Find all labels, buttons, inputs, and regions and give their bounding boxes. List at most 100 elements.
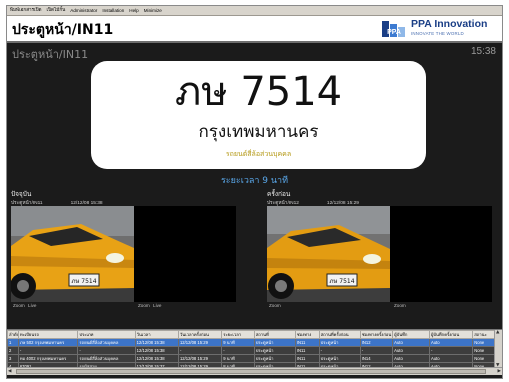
table-row[interactable]: 2 - - 12/12/08 15:38 - - ประตูหน้า IN11 … [7, 346, 495, 355]
table-cell: - [318, 346, 361, 355]
current-plate-text: ภษ 7514 [71, 278, 96, 285]
column-header[interactable]: สถานะ [472, 330, 495, 339]
vertical-scrollbar[interactable]: ▲ ▼ [494, 330, 502, 368]
table-cell: 1 [7, 338, 19, 347]
previous-camera-heading: ครั้งก่อน [267, 190, 291, 198]
column-header[interactable]: ประเภท [77, 330, 136, 339]
table-cell: Auto [428, 338, 474, 347]
table-cell: IN11 [294, 346, 320, 355]
logo-text: PPA [387, 29, 401, 36]
table-cell: 2 [7, 346, 19, 355]
menu-minimize[interactable]: Minimize [144, 8, 162, 13]
scroll-up-icon[interactable]: ▲ [496, 330, 499, 335]
previous-zoom-button-2[interactable]: Zoom [394, 303, 406, 308]
column-header[interactable]: สถานที่ [253, 330, 296, 339]
menu-installation[interactable]: Installation [102, 8, 124, 13]
table-cell: รถยนต์สี่ล้อส่วนบุคคล [77, 354, 136, 363]
app-window: พิมพ์เอกสารเปิด เปิดไม้กั้น Administrato… [6, 5, 503, 379]
column-header[interactable]: วันเวลาครั้งก่อน [177, 330, 223, 339]
table-cell: None [472, 354, 495, 363]
table-cell: None [472, 338, 495, 347]
menu-bar: พิมพ์เอกสารเปิด เปิดไม้กั้น Administrato… [7, 6, 502, 16]
table-cell: Auto [392, 346, 430, 355]
column-header[interactable]: ระยะเวลา [221, 330, 255, 339]
license-plate-display: ภษ 7514 กรุงเทพมหานคร รถยนต์สี่ล้อส่วนบุ… [91, 61, 426, 169]
table-cell: Auto [428, 354, 474, 363]
table-cell: ภษ 502 กรุงเทพมหานคร [17, 338, 79, 347]
previous-camera-controls-2: Zoom [394, 303, 408, 308]
table-cell: ประตูหน้า [253, 354, 296, 363]
table-cell: Auto [392, 338, 430, 347]
column-header[interactable]: สถานที่ครั้งก่อน [318, 330, 361, 339]
scroll-right-icon[interactable]: ▶ [498, 369, 501, 374]
current-camera-controls: Zoom Live [13, 303, 38, 308]
header: ประตูหน้า/IN11 PPA PPA Innovation INNOVA… [7, 16, 502, 43]
ppa-logo-icon: PPA [382, 21, 405, 37]
previous-plate-text: ภษ 7514 [329, 278, 354, 285]
column-header[interactable]: ช่องทางครั้งก่อน [359, 330, 394, 339]
column-header[interactable]: ลำดับ [7, 330, 19, 339]
column-header[interactable]: วันเวลา [134, 330, 179, 339]
previous-zoom-button[interactable]: Zoom [269, 303, 281, 308]
table-cell: 9 นาที [221, 354, 255, 363]
column-header[interactable]: ผู้บันทึก [392, 330, 430, 339]
page-title: ประตูหน้า/IN11 [12, 22, 114, 38]
table-cell: - [428, 346, 474, 355]
table-cell: - [77, 346, 136, 355]
table-cell: - [177, 346, 223, 355]
gate-label: ประตูหน้า/IN11 [12, 48, 89, 61]
current-camera-heading: ปัจจุบัน [11, 190, 32, 198]
table-row[interactable]: 3 ทอ 4002 กรุงเทพมหานคร รถยนต์สี่ล้อส่วน… [7, 354, 495, 363]
current-live-button[interactable]: Live [28, 303, 36, 308]
menu-open-barrier[interactable]: เปิดไม้กั้น [47, 7, 66, 14]
table-cell: 12/12/08 15:38 [134, 338, 179, 347]
column-header[interactable]: ช่องทาง [294, 330, 320, 339]
table-row[interactable]: 1 ภษ 502 กรุงเทพมหานคร รถยนต์สี่ล้อส่วนบ… [7, 338, 495, 347]
table-cell: - [221, 346, 255, 355]
table-cell: - [17, 346, 79, 355]
table-header-row: ลำดับ ทะเบียนรถ ประเภท วันเวลา วันเวลาคร… [7, 330, 495, 339]
table-cell: ทอ 4002 กรุงเทพมหานคร [17, 354, 79, 363]
table-cell: 12/12/08 15:38 [134, 346, 179, 355]
parking-duration: ระยะเวลา 9 นาที [220, 176, 289, 186]
vehicle-type: รถยนต์สี่ล้อส่วนบุคคล [225, 150, 292, 158]
current-camera-view[interactable]: ภษ 7514 [11, 206, 236, 302]
column-header[interactable]: ทะเบียนรถ [17, 330, 79, 339]
table-cell: Auto [392, 354, 430, 363]
table-cell: - [359, 346, 394, 355]
table-cell: ประตูหน้า [318, 354, 361, 363]
event-log-table: ลำดับ ทะเบียนรถ ประเภท วันเวลา วันเวลาคร… [7, 329, 502, 375]
table-cell: IN14 [359, 354, 394, 363]
column-header[interactable]: ผู้บันทึกครั้งก่อน [428, 330, 474, 339]
previous-camera-view[interactable]: ภษ 7514 [267, 206, 492, 302]
current-car-image: ภษ 7514 [11, 206, 134, 302]
previous-car-image: ภษ 7514 [267, 206, 390, 302]
menu-print-document[interactable]: พิมพ์เอกสารเปิด [10, 7, 42, 14]
current-zoom-button[interactable]: Zoom [13, 303, 25, 308]
scrollbar-thumb[interactable] [16, 369, 486, 374]
current-camera-controls-2: Zoom Live [138, 303, 163, 308]
table-cell: None [472, 346, 495, 355]
plate-province: กรุงเทพมหานคร [198, 122, 319, 142]
table-cell: IN11 [294, 354, 320, 363]
current-zoom-button-2[interactable]: Zoom [138, 303, 150, 308]
table-cell: 12/12/08 15:38 [134, 354, 179, 363]
brand-tagline: INNOVATE THE WORLD [411, 31, 464, 36]
menu-administrator[interactable]: Administrator [70, 8, 97, 13]
table-cell: ประตูหน้า [253, 338, 296, 347]
table-cell: ประตูหน้า [253, 346, 296, 355]
table-cell: รถยนต์สี่ล้อส่วนบุคคล [77, 338, 136, 347]
previous-camera-controls: Zoom [269, 303, 283, 308]
plate-number: ภษ 7514 [174, 69, 343, 115]
table-cell: 9 นาที [221, 338, 255, 347]
menu-help[interactable]: Help [129, 8, 138, 13]
scroll-left-icon[interactable]: ◀ [8, 369, 11, 374]
table-cell: 12/12/08 15:29 [177, 338, 223, 347]
table-cell: 3 [7, 354, 19, 363]
horizontal-scrollbar[interactable]: ◀ ▶ [7, 367, 502, 375]
clock: 15:38 [470, 46, 496, 57]
table-cell: 12/12/08 15:29 [177, 354, 223, 363]
current-live-button-2[interactable]: Live [153, 303, 161, 308]
table-cell: IN12 [359, 338, 394, 347]
table-cell: ประตูหน้า [318, 338, 361, 347]
